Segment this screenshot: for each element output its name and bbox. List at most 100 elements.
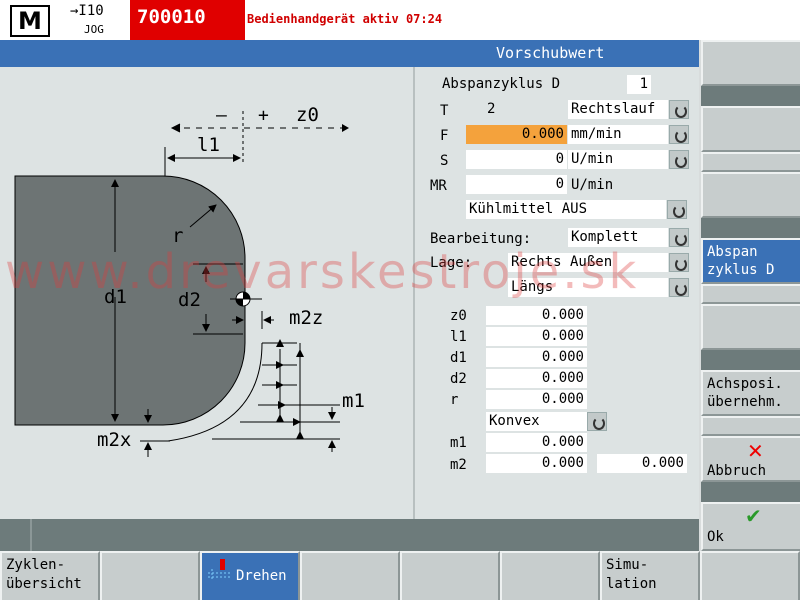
cycles-overview-softkey[interactable]: Zyklen- übersicht [0,551,100,600]
l1-label: l1 [450,329,467,345]
checkmark-icon: ✔ [745,504,762,528]
cycle-label: Abspanzyklus D [442,76,561,92]
m1-label: m1 [450,435,467,451]
d1-input[interactable]: 0.000 [486,348,587,367]
right-softkey-1[interactable] [701,40,800,86]
tool-label: T [440,103,449,119]
d2-input[interactable]: 0.000 [486,369,587,388]
dialog-header: Vorschubwert [0,40,699,67]
bottom-softkey-5[interactable] [400,551,500,600]
diagram-l1-label: l1 [197,134,220,156]
bottom-softkey-4[interactable] [300,551,400,600]
status-bar [0,519,699,551]
machine-mode-icon: M [10,5,50,37]
shape-toggle-icon[interactable] [587,412,607,431]
z0-label: z0 [450,308,467,324]
bottom-softkey-8[interactable] [700,551,800,600]
diagram-m2x-label: m2x [97,429,132,451]
m2-second-input[interactable]: 0.000 [597,454,687,473]
cycle-help-graphic: – + z0 l1 r d1 d2 m2z m1 m2x [0,67,413,519]
dialog-title: Vorschubwert [496,44,605,62]
mr-input[interactable]: 0 [466,175,567,194]
m2-input[interactable]: 0.000 [486,454,587,473]
right-softkey-5[interactable] [701,304,800,350]
right-softkey-strip[interactable] [701,284,800,304]
cancel-softkey[interactable]: ✕ Abbruch [701,436,800,482]
feed-label: F [440,128,449,144]
right-softkey-strip[interactable] [701,152,800,172]
tool-value[interactable]: 2 [487,101,495,117]
diagram-m2z-label: m2z [289,307,324,329]
machining-label: Bearbeitung: [430,231,532,247]
softkey-separator [701,218,800,238]
achs-label-line1: Achsposi. [707,376,783,392]
bottom-softkey-6[interactable] [500,551,600,600]
z0-input[interactable]: 0.000 [486,306,587,325]
diagram-d1-label: d1 [104,286,127,308]
lathe-icon [208,559,232,581]
r-input[interactable]: 0.000 [486,390,587,409]
coolant-field[interactable]: Kühlmittel AUS [466,200,666,219]
speed-unit-toggle-icon[interactable] [669,150,689,169]
cycle-number-field[interactable]: 1 [627,75,651,94]
right-softkey-2[interactable] [701,106,800,152]
direction-toggle-icon[interactable] [669,278,689,297]
spindle-direction-toggle-icon[interactable] [669,100,689,119]
diagram-m1-label: m1 [342,390,365,412]
abspan-label-line2: zyklus D [707,262,775,278]
simulation-softkey[interactable]: Simu- lation [600,551,700,600]
ok-softkey[interactable]: ✔ Ok [701,502,800,551]
softkey-separator [701,350,800,370]
feed-unit-toggle-icon[interactable] [669,125,689,144]
machining-toggle-icon[interactable] [669,228,689,247]
mr-unit: U/min [571,177,614,193]
turning-label: Drehen [236,568,287,584]
position-toggle-icon[interactable] [669,253,689,272]
m2-label: m2 [450,457,467,473]
increment-indicator: →I10 [70,3,104,19]
take-axis-position-softkey[interactable]: Achsposi. übernehm. [701,370,800,416]
position-field[interactable]: Rechts Außen [508,253,668,272]
speed-input[interactable]: 0 [466,150,567,169]
direction-field[interactable]: Längs [508,278,668,297]
diagram-z0-label: z0 [296,104,319,126]
speed-unit-field[interactable]: U/min [568,150,668,169]
right-softkey-strip[interactable] [701,416,800,436]
abspan-label-line1: Abspan [707,244,758,260]
position-label: Lage: [430,255,473,271]
r-label: r [450,392,459,408]
operating-mode-label: JOG [84,23,104,36]
abspan-zyklus-d-softkey[interactable]: Abspan zyklus D [701,238,800,284]
diagram-r-label: r [172,225,184,247]
cycles-label-line2: übersicht [6,576,82,592]
alarm-message: Bedienhandgerät aktiv 07:24 [247,12,443,26]
diagram-plus-label: + [258,105,269,126]
cancel-label: Abbruch [707,463,767,479]
feed-unit-field[interactable]: mm/min [568,125,668,144]
shape-field[interactable]: Konvex [486,412,587,431]
d1-label: d1 [450,350,467,366]
cycles-label-line1: Zyklen- [6,557,66,573]
m1-input[interactable]: 0.000 [486,433,587,452]
right-softkey-3[interactable] [701,172,800,218]
alarm-number[interactable]: 700010 [130,0,245,40]
softkey-separator [701,482,800,502]
sim-label-line2: lation [606,576,657,592]
coolant-toggle-icon[interactable] [667,200,687,219]
spindle-direction-field[interactable]: Rechtslauf [568,100,668,119]
cancel-x-icon: ✕ [747,439,764,463]
parameter-panel: Abspanzyklus D 1 T 2 Rechtslauf F 0.000 … [415,67,699,519]
speed-label: S [440,153,449,169]
l1-input[interactable]: 0.000 [486,327,587,346]
softkey-separator [701,86,800,106]
ok-label: Ok [707,529,724,545]
bottom-softkey-2[interactable] [100,551,200,600]
machining-field[interactable]: Komplett [568,228,668,247]
feed-input[interactable]: 0.000 [466,125,567,144]
diagram-d2-label: d2 [178,289,201,311]
diagram-minus-label: – [216,105,227,126]
turning-softkey[interactable]: Drehen [200,551,300,600]
d2-label: d2 [450,371,467,387]
top-status-bar: M →I10 JOG 700010 Bedienhandgerät aktiv … [0,0,800,40]
sim-label-line1: Simu- [606,557,649,573]
